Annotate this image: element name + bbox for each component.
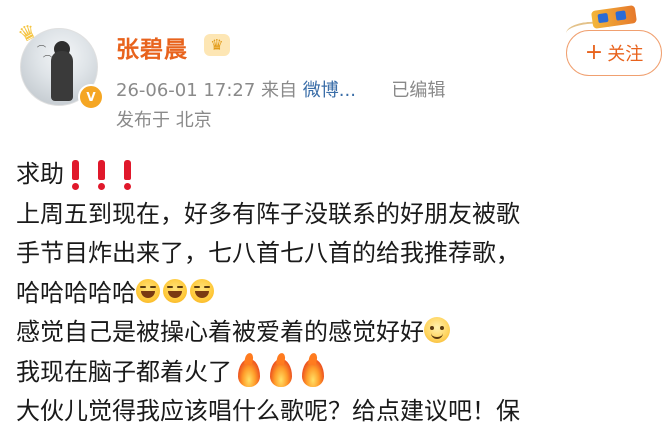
follow-button[interactable]: + 关注 [566,30,662,76]
fire-icon [270,358,292,387]
verified-v-icon: V [78,84,104,110]
post-text: 我现在脑子都着火了 [16,357,232,386]
fire-icon [238,358,260,387]
crown-badge-icon[interactable]: ♛ [204,34,230,56]
author-avatar[interactable]: ⌒ ⌒ ♛ V [14,18,104,110]
laughing-face-icon [163,278,187,303]
post-location: 发布于 北京 [116,110,212,131]
edited-label[interactable]: 已编辑 [391,80,445,101]
post-line: 手节目炸出来了，七八首七八首的给我推荐歌， [16,234,666,274]
avatar-figure-body [51,51,73,101]
post-line: 我现在脑子都着火了 [16,353,666,393]
exclamation-icon [72,160,79,190]
post-line: 上周五到现在，好多有阵子没联系的好朋友被歌 [16,195,666,235]
exclamation-icon [124,160,131,190]
post-meta: 26-06-01 17:27 来自 微博... 已编辑 [116,76,445,102]
author-name[interactable]: 张碧晨 [116,30,188,64]
post-timestamp[interactable]: 26-06-01 17:27 [116,80,255,101]
source-prefix: 来自 [261,80,298,101]
plus-icon: + [584,40,604,65]
laughing-face-icon [136,278,160,303]
post-line: 大伙儿觉得我应该唱什么歌呢？给点建议吧！保 [16,392,666,432]
weibo-post: ⌒ ⌒ ♛ V 张碧晨 ♛ 26-06-01 17:27 来自 微博... 已编… [0,0,669,438]
post-text: 感觉自己是被操心着被爱着的感觉好好 [16,318,424,346]
post-line: 感觉自己是被操心着被爱着的感觉好好 [16,313,666,353]
follow-button-label: 关注 [607,44,644,65]
post-source-link[interactable]: 微博... [303,80,356,101]
post-text: 哈哈哈哈哈 [16,278,136,307]
post-line: 哈哈哈哈哈 [16,274,666,314]
post-line: 求助 [16,155,666,195]
smiling-face-icon [424,317,450,343]
post-text: 手节目炸出来了，七八首七八首的给我推荐歌， [16,239,520,267]
exclamation-icon [98,160,105,190]
post-text: 大伙儿觉得我应该唱什么歌呢？给点建议吧！保 [16,397,520,425]
post-content: 求助 上周五到现在，好多有阵子没联系的好朋友被歌 手节目炸出来了，七八首七八首的… [16,155,666,432]
laughing-face-icon [190,278,214,303]
post-text: 上周五到现在，好多有阵子没联系的好朋友被歌 [16,199,520,228]
post-text: 求助 [16,160,64,188]
fire-icon [302,358,324,387]
